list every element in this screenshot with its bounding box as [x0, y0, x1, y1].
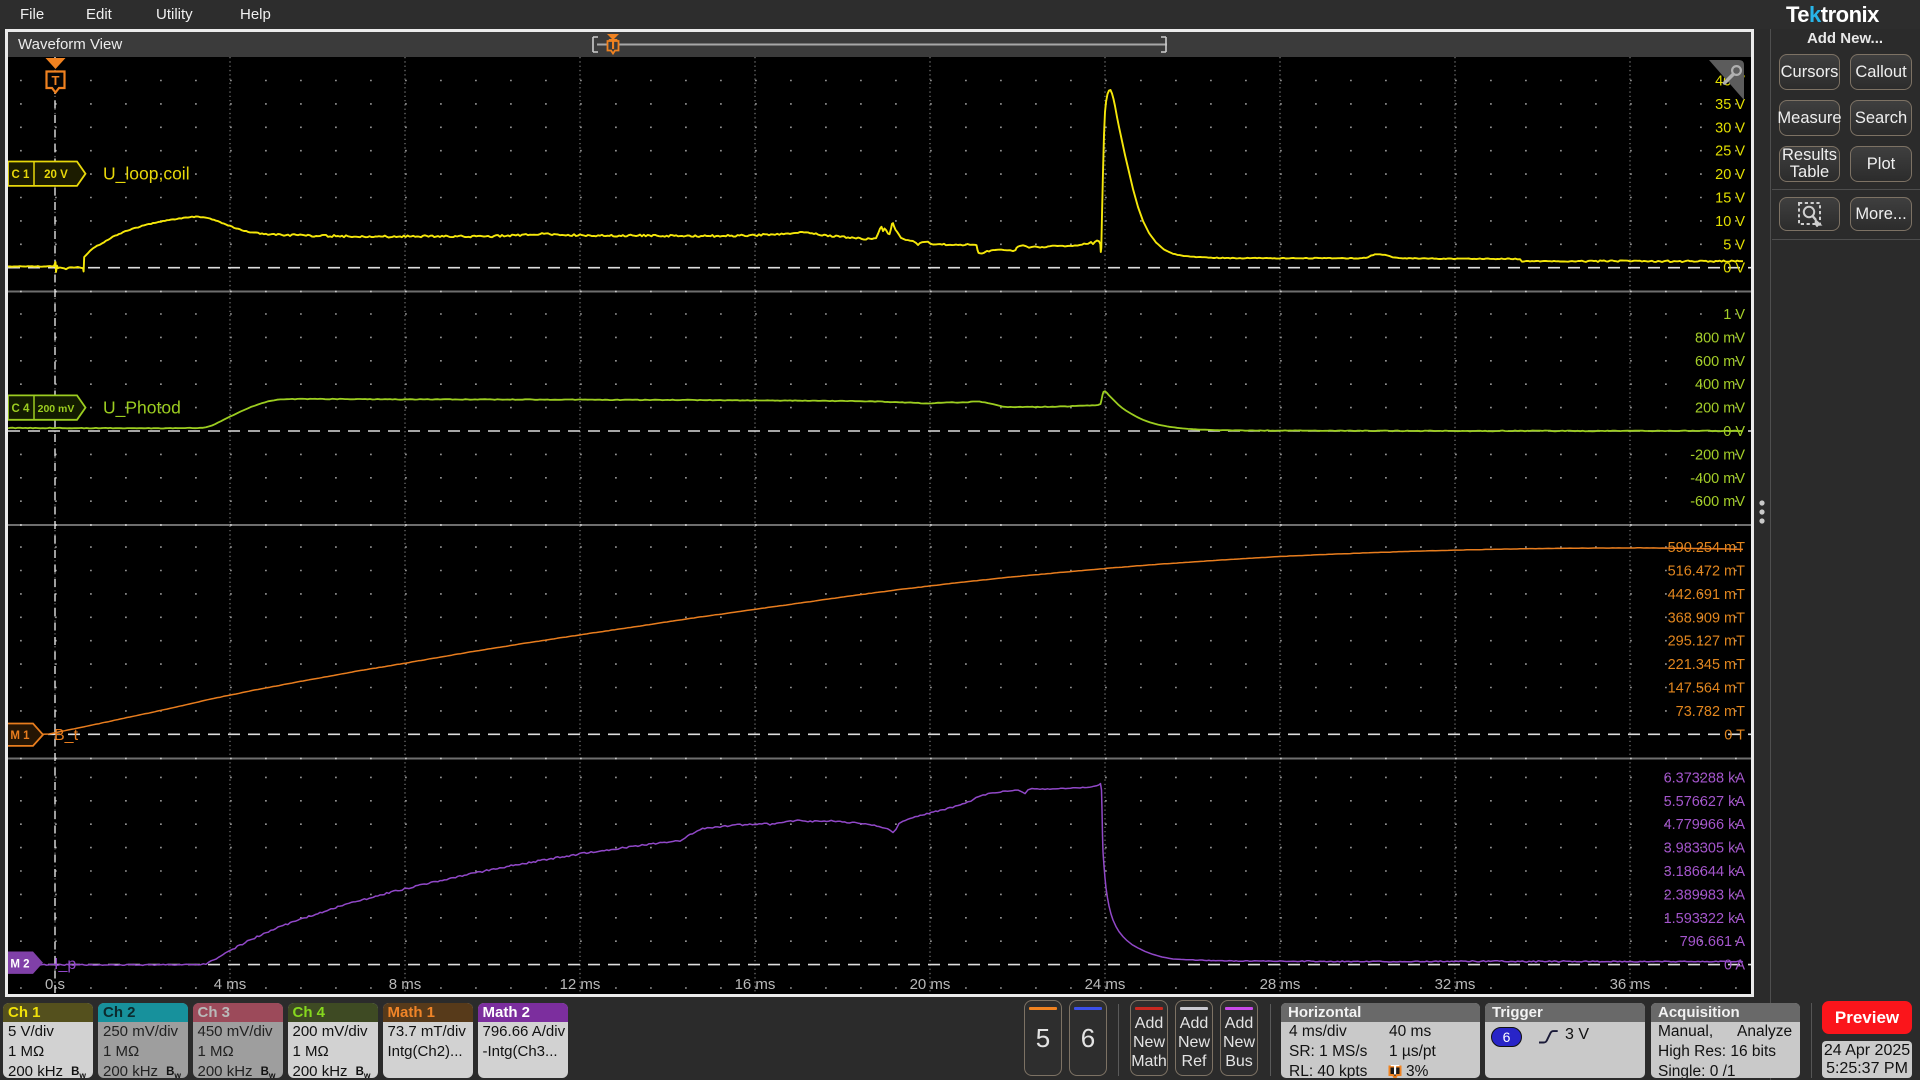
- svg-text:B_t: B_t: [54, 727, 79, 744]
- svg-text:796.661 A: 796.661 A: [1680, 934, 1746, 950]
- svg-text:U_loop,coil: U_loop,coil: [103, 164, 190, 185]
- svg-text:16 ms: 16 ms: [735, 976, 776, 993]
- svg-text:8 ms: 8 ms: [389, 976, 422, 993]
- svg-text:1 V: 1 V: [1723, 307, 1745, 323]
- svg-text:4.779966 kA: 4.779966 kA: [1664, 817, 1746, 833]
- svg-text:U_Photod: U_Photod: [103, 398, 181, 419]
- svg-text:20 ms: 20 ms: [910, 976, 951, 993]
- svg-text:M 2: M 2: [10, 959, 29, 971]
- svg-text:C 4: C 4: [12, 403, 31, 415]
- svg-text:15 V: 15 V: [1715, 191, 1745, 207]
- svg-text:0 V: 0 V: [1723, 424, 1745, 440]
- svg-text:4 ms: 4 ms: [214, 976, 247, 993]
- svg-text:24 ms: 24 ms: [1085, 976, 1126, 993]
- svg-text:5 V: 5 V: [1723, 237, 1745, 253]
- svg-text:I_p: I_p: [54, 956, 76, 973]
- svg-text:442.691 mT: 442.691 mT: [1668, 587, 1746, 603]
- svg-text:1.593322 kA: 1.593322 kA: [1664, 911, 1746, 927]
- svg-text:200 mV: 200 mV: [1695, 401, 1745, 417]
- svg-text:C 1: C 1: [12, 169, 31, 181]
- svg-text:0 A: 0 A: [1724, 958, 1745, 974]
- svg-text:5.576627 kA: 5.576627 kA: [1664, 794, 1746, 810]
- svg-text:200 mV: 200 mV: [38, 403, 75, 415]
- svg-text:35 V: 35 V: [1715, 97, 1745, 113]
- svg-text:-600 mV: -600 mV: [1690, 494, 1745, 510]
- svg-text:0 V: 0 V: [1723, 261, 1745, 277]
- svg-text:295.127 mT: 295.127 mT: [1668, 634, 1746, 650]
- svg-text:T: T: [609, 37, 618, 53]
- svg-text:30 V: 30 V: [1715, 120, 1745, 136]
- svg-text:10 V: 10 V: [1715, 214, 1745, 230]
- svg-text:368.909 mT: 368.909 mT: [1668, 610, 1746, 626]
- svg-text:400 mV: 400 mV: [1695, 377, 1745, 393]
- svg-text:221.345 mT: 221.345 mT: [1668, 657, 1746, 673]
- svg-text:32 ms: 32 ms: [1435, 976, 1476, 993]
- svg-text:3.186644 kA: 3.186644 kA: [1664, 864, 1746, 880]
- svg-text:T: T: [1391, 1065, 1400, 1078]
- svg-text:2.389983 kA: 2.389983 kA: [1664, 887, 1746, 903]
- svg-text:M 1: M 1: [10, 730, 30, 742]
- svg-text:T: T: [52, 73, 60, 88]
- svg-text:36 ms: 36 ms: [1610, 976, 1651, 993]
- svg-text:12 ms: 12 ms: [560, 976, 601, 993]
- svg-text:0 s: 0 s: [45, 976, 65, 993]
- svg-text:600 mV: 600 mV: [1695, 354, 1745, 370]
- svg-text:800 mV: 800 mV: [1695, 330, 1745, 346]
- svg-text:28 ms: 28 ms: [1260, 976, 1301, 993]
- svg-text:0 T: 0 T: [1724, 727, 1745, 743]
- svg-text:6.373288 kA: 6.373288 kA: [1664, 770, 1746, 786]
- svg-text:3.983305 kA: 3.983305 kA: [1664, 841, 1746, 857]
- svg-text:20 V: 20 V: [44, 169, 68, 181]
- svg-text:147.564 mT: 147.564 mT: [1668, 681, 1746, 697]
- svg-text:25 V: 25 V: [1715, 144, 1745, 160]
- svg-text:20 V: 20 V: [1715, 167, 1745, 183]
- svg-text:-400 mV: -400 mV: [1690, 471, 1745, 487]
- svg-text:516.472 mT: 516.472 mT: [1668, 564, 1746, 580]
- svg-text:-200 mV: -200 mV: [1690, 447, 1745, 463]
- svg-text:73.782 mT: 73.782 mT: [1676, 704, 1745, 720]
